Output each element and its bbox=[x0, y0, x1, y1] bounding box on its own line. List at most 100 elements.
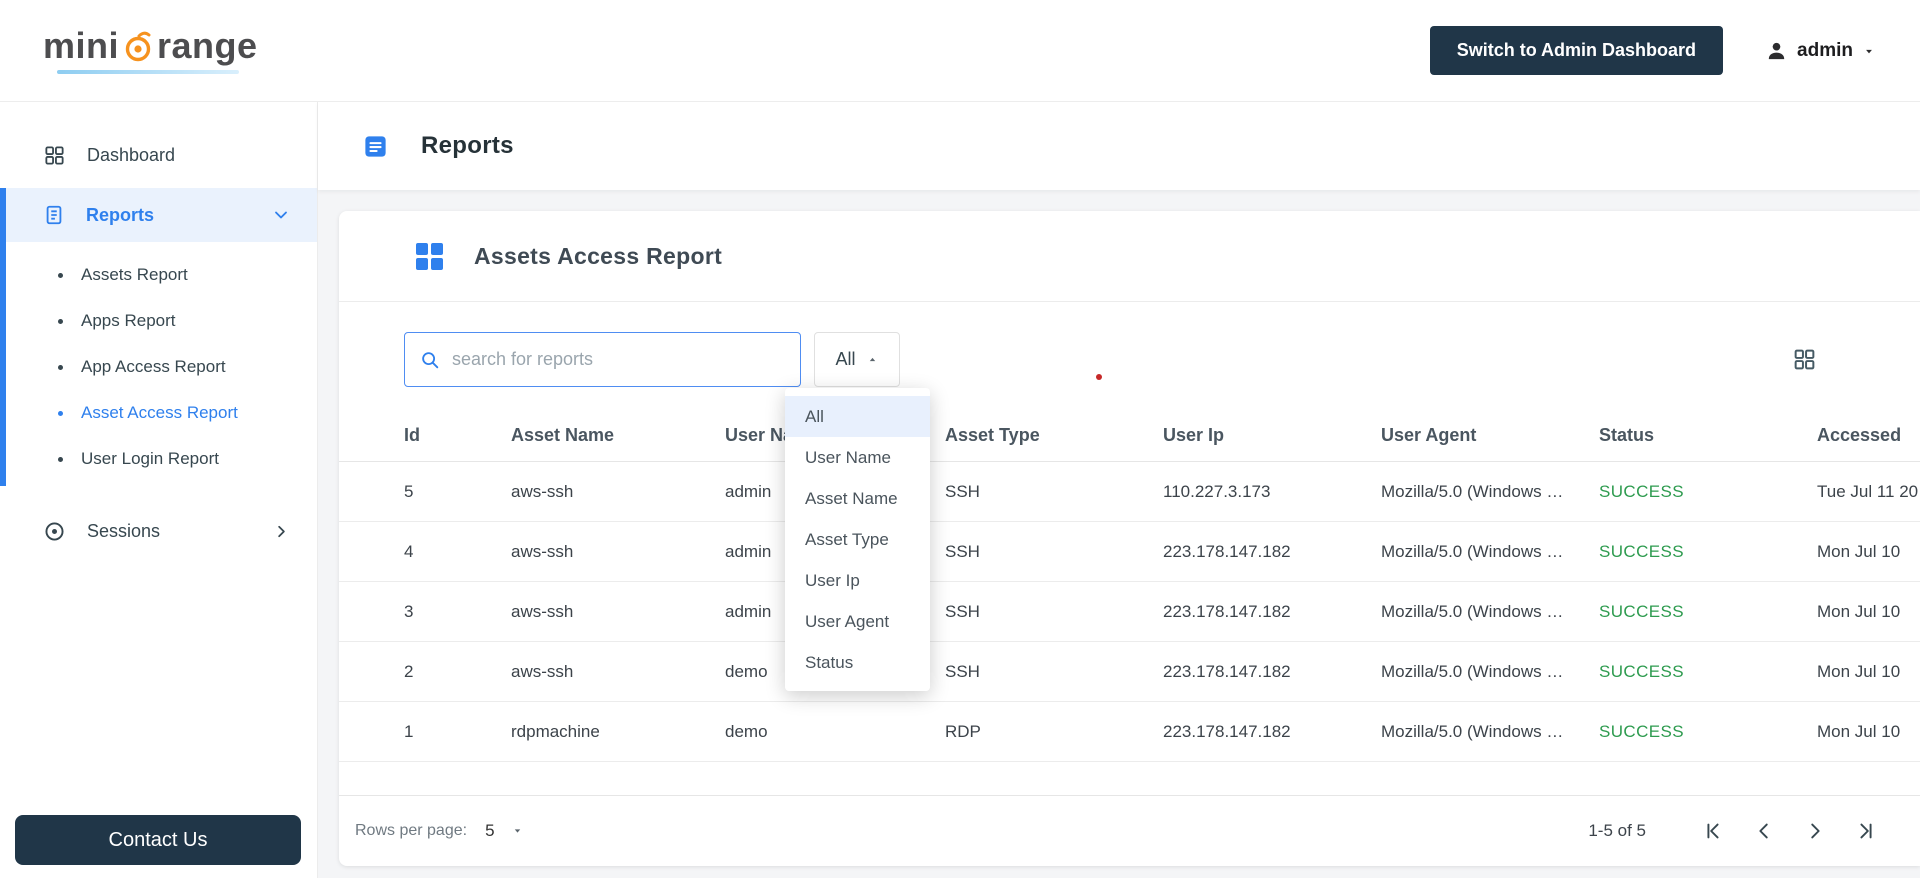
table-row: 5 aws-ssh admin SSH 110.227.3.173 Mozill… bbox=[339, 462, 1920, 522]
sidebar: Dashboard Reports Assets Report Apps Rep… bbox=[0, 102, 318, 878]
select-caret-up-icon bbox=[869, 357, 875, 362]
cell-user-agent: Mozilla/5.0 (Windows … bbox=[1381, 481, 1564, 501]
last-page-button[interactable] bbox=[1855, 820, 1877, 842]
bullet-icon bbox=[58, 272, 63, 278]
cell-user-agent: Mozilla/5.0 (Windows … bbox=[1381, 661, 1564, 681]
dropdown-option[interactable]: Status bbox=[785, 642, 930, 683]
sidebar-subitem-label: App Access Report bbox=[81, 357, 226, 376]
first-page-button[interactable] bbox=[1702, 820, 1724, 842]
cell-user-agent: Mozilla/5.0 (Windows … bbox=[1381, 601, 1564, 621]
dropdown-option[interactable]: All bbox=[785, 396, 930, 437]
column-header[interactable]: Accessed bbox=[1817, 425, 1920, 446]
assets-access-report-card: Assets Access Report All bbox=[339, 211, 1920, 866]
search-icon bbox=[422, 351, 439, 368]
sidebar-subitem[interactable]: App Access Report bbox=[0, 344, 317, 390]
contact-us-button[interactable]: Contact Us bbox=[15, 815, 301, 865]
column-header[interactable]: User Agent bbox=[1381, 425, 1599, 446]
main-area: Reports Assets Access Report search for … bbox=[318, 102, 1920, 878]
column-header[interactable]: Id bbox=[404, 425, 511, 446]
chevron-right-icon bbox=[272, 522, 291, 541]
body-row: Dashboard Reports Assets Report Apps Rep… bbox=[0, 102, 1920, 878]
switch-to-admin-dashboard-button[interactable]: Switch to Admin Dashboard bbox=[1429, 26, 1724, 75]
sidebar-subitem[interactable]: Assets Report bbox=[0, 252, 317, 298]
reports-document-icon bbox=[46, 205, 62, 225]
pagination-range-label: 1-5 of 5 bbox=[1588, 820, 1646, 840]
cell-accessed: Mon Jul 10 bbox=[1817, 601, 1901, 621]
sidebar-item-reports[interactable]: Reports bbox=[0, 188, 317, 242]
card-footer: Rows per page: 5 1-5 of 5 bbox=[339, 795, 1920, 865]
filter-select-value: All bbox=[835, 349, 856, 369]
table-row: 1 rdpmachine demo RDP 223.178.147.182 Mo… bbox=[339, 702, 1920, 762]
logo-orange-icon bbox=[125, 31, 151, 61]
column-header[interactable]: Asset Type bbox=[945, 425, 1163, 446]
sidebar-reports-group: Reports Assets Report Apps Report App Ac… bbox=[0, 188, 317, 486]
table-row: 3 aws-ssh admin SSH 223.178.147.182 Mozi… bbox=[339, 582, 1920, 642]
bullet-icon bbox=[58, 456, 63, 462]
sidebar-item-label: Dashboard bbox=[87, 144, 176, 165]
column-settings-icon[interactable] bbox=[1792, 347, 1817, 372]
status-badge: SUCCESS bbox=[1599, 541, 1684, 561]
report-table: Id Asset Name User Name Asset Type User … bbox=[339, 410, 1920, 762]
status-badge: SUCCESS bbox=[1599, 661, 1684, 681]
sidebar-item-sessions[interactable]: Sessions bbox=[0, 504, 317, 558]
cell-asset-type: RDP bbox=[945, 721, 981, 741]
sidebar-subitem[interactable]: Asset Access Report bbox=[0, 390, 317, 436]
cursor-dot bbox=[1096, 374, 1102, 380]
cell-user-ip: 110.227.3.173 bbox=[1163, 481, 1271, 501]
rows-per-page-caret-icon[interactable] bbox=[511, 824, 524, 837]
sidebar-item-label: Sessions bbox=[87, 520, 161, 541]
cell-user-agent: Mozilla/5.0 (Windows … bbox=[1381, 541, 1564, 561]
sidebar-subitem[interactable]: Apps Report bbox=[0, 298, 317, 344]
dropdown-option[interactable]: User Name bbox=[785, 437, 930, 478]
next-page-button[interactable] bbox=[1804, 820, 1826, 842]
column-header[interactable]: User Ip bbox=[1163, 425, 1381, 446]
cell-asset-name: aws-ssh bbox=[511, 601, 574, 621]
column-header[interactable]: Asset Name bbox=[511, 425, 725, 446]
cell-asset-type: SSH bbox=[945, 601, 980, 621]
dropdown-option[interactable]: Asset Type bbox=[785, 519, 930, 560]
rows-per-page-label: Rows per page: bbox=[355, 821, 468, 839]
table-header-row: Id Asset Name User Name Asset Type User … bbox=[339, 410, 1920, 462]
cell-user-ip: 223.178.147.182 bbox=[1163, 601, 1291, 621]
sidebar-subitem-label: Asset Access Report bbox=[81, 403, 238, 422]
column-header[interactable]: Status bbox=[1599, 425, 1817, 446]
cell-asset-name: aws-ssh bbox=[511, 661, 574, 681]
sidebar-subitem[interactable]: User Login Report bbox=[0, 436, 317, 482]
user-menu[interactable]: admin bbox=[1765, 39, 1876, 62]
cell-asset-name: aws-ssh bbox=[511, 541, 574, 561]
cell-user-ip: 223.178.147.182 bbox=[1163, 721, 1291, 741]
brand-logo: mini range bbox=[43, 24, 258, 74]
cell-id: 4 bbox=[404, 541, 414, 561]
filter-select[interactable]: All bbox=[814, 332, 900, 387]
sidebar-report-submenu: Assets Report Apps Report App Access Rep… bbox=[0, 252, 317, 482]
logo-underline bbox=[57, 69, 239, 74]
logo-part-mini: mini bbox=[43, 24, 120, 66]
status-badge: SUCCESS bbox=[1599, 481, 1684, 501]
cell-id: 5 bbox=[404, 481, 414, 501]
sidebar-subitem-label: Assets Report bbox=[81, 265, 188, 284]
pagination-controls bbox=[1702, 820, 1877, 842]
dropdown-option[interactable]: Asset Name bbox=[785, 478, 930, 519]
cell-accessed: Mon Jul 10 bbox=[1817, 541, 1901, 561]
previous-page-button[interactable] bbox=[1753, 820, 1775, 842]
cell-user-ip: 223.178.147.182 bbox=[1163, 661, 1291, 681]
dropdown-option[interactable]: User Agent bbox=[785, 601, 930, 642]
cell-asset-type: SSH bbox=[945, 541, 980, 561]
user-caret-icon bbox=[1866, 49, 1872, 53]
brand-logo-text: mini range bbox=[43, 24, 258, 66]
dropdown-option[interactable]: User Ip bbox=[785, 560, 930, 601]
report-title: Assets Access Report bbox=[474, 242, 723, 269]
cell-id: 1 bbox=[404, 721, 414, 741]
content-area: Assets Access Report All bbox=[318, 190, 1920, 878]
bullet-icon bbox=[58, 318, 63, 324]
rows-per-page-value[interactable]: 5 bbox=[485, 821, 494, 841]
search-input[interactable] bbox=[452, 349, 786, 370]
table-row: 2 aws-ssh demo SSH 223.178.147.182 Mozil… bbox=[339, 642, 1920, 702]
sidebar-subitem-label: Apps Report bbox=[81, 311, 176, 330]
bullet-icon bbox=[58, 410, 63, 416]
sidebar-item-dashboard[interactable]: Dashboard bbox=[0, 128, 317, 182]
filter-dropdown-menu: All User Name Asset Name Asset Type User… bbox=[785, 388, 930, 691]
cell-id: 2 bbox=[404, 661, 414, 681]
cell-asset-name: aws-ssh bbox=[511, 481, 574, 501]
table-row: 4 aws-ssh admin SSH 223.178.147.182 Mozi… bbox=[339, 522, 1920, 582]
